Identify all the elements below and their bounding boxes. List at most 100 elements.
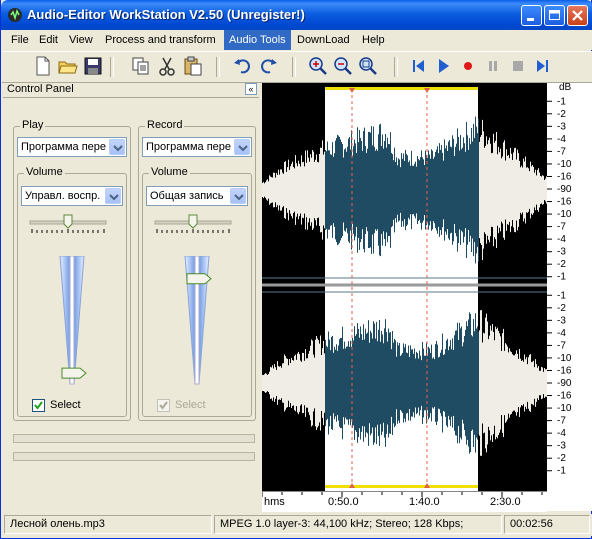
play-balance-slider[interactable]	[28, 212, 108, 236]
record-balance-slider[interactable]	[153, 212, 233, 236]
close-button[interactable]	[567, 5, 588, 26]
chevron-down-icon	[109, 139, 125, 155]
menu-view[interactable]: View	[64, 30, 98, 50]
play-select-checkbox[interactable]	[32, 399, 45, 412]
paste-icon	[184, 56, 202, 76]
record-select-checkbox[interactable]	[157, 399, 170, 412]
status-duration: 00:02:56	[504, 515, 590, 534]
ruler-label: -10	[557, 403, 572, 414]
ruler-label: -10	[557, 159, 572, 170]
skip-back-icon	[413, 60, 424, 72]
record-button[interactable]	[457, 55, 479, 77]
open-button[interactable]	[57, 55, 79, 77]
play-group-label: Play	[20, 119, 46, 131]
ruler-label: -1	[557, 466, 566, 477]
ruler-label: -3	[557, 247, 566, 258]
play-button[interactable]	[432, 55, 454, 77]
ruler-label: -2	[557, 109, 566, 120]
record-volume-slider[interactable]	[177, 255, 217, 386]
volume-track	[184, 255, 212, 385]
copy-icon	[132, 57, 149, 75]
ruler-label: -16	[557, 171, 572, 182]
chevron-down-icon	[234, 139, 250, 155]
play-volume-slider[interactable]	[52, 255, 92, 386]
menu-process-and-transform[interactable]: Process and transform	[100, 30, 221, 50]
menu-file[interactable]: File	[6, 30, 34, 50]
zoom-fit-button[interactable]	[357, 55, 379, 77]
play-select-label: Select	[50, 399, 81, 411]
new-button[interactable]	[32, 55, 54, 77]
stop-icon	[513, 61, 523, 71]
selection-bottom-edge	[325, 485, 478, 488]
play-volume-source-select[interactable]: Управл. воспр.	[21, 186, 123, 206]
title-bar[interactable]: Audio-Editor WorkStation V2.50 (Unregist…	[1, 0, 592, 30]
stop-button[interactable]	[507, 55, 529, 77]
status-file-name: Лесной олень.mp3	[4, 515, 212, 534]
play-device-select[interactable]: Программа пере	[17, 137, 127, 157]
skip-back-button[interactable]	[407, 55, 429, 77]
ruler-label: -16	[557, 365, 572, 376]
record-volume-source-select[interactable]: Общая запись	[146, 186, 248, 206]
skip-forward-icon	[537, 60, 548, 72]
chevron-down-icon	[105, 188, 121, 204]
checkmark-icon	[159, 401, 168, 410]
play-volume-thumb[interactable]	[61, 367, 87, 379]
close-icon	[572, 10, 583, 21]
status-bar: Лесной олень.mp3 MPEG 1.0 layer-3: 44,10…	[2, 514, 592, 536]
menu-edit[interactable]: Edit	[34, 30, 63, 50]
play-volume-source-value: Управл. воспр.	[25, 190, 101, 202]
menu-bar: File Edit View Process and transform Aud…	[2, 30, 592, 50]
ruler-label: -2	[557, 303, 566, 314]
collapse-panel-button[interactable]: «	[245, 83, 257, 95]
record-group: Record Программа пере Volume Общая запис…	[138, 119, 256, 421]
minimize-button[interactable]	[521, 5, 542, 26]
maximize-button[interactable]	[544, 5, 565, 26]
ruler-label: -7	[557, 222, 566, 233]
control-panel-header: Control Panel «	[3, 83, 259, 98]
chevron-down-icon	[230, 188, 246, 204]
record-device-select[interactable]: Программа пере	[142, 137, 252, 157]
play-device-value: Программа пере	[21, 141, 106, 153]
ruler-label: -1	[557, 290, 566, 301]
menu-help[interactable]: Help	[357, 30, 390, 50]
ruler-label: -16	[557, 197, 572, 208]
record-volume-thumb[interactable]	[186, 273, 212, 285]
paste-button[interactable]	[182, 55, 204, 77]
cut-button[interactable]	[156, 55, 178, 77]
ruler-label: -3	[557, 121, 566, 132]
zoom-out-button[interactable]	[332, 55, 354, 77]
zoom-in-button[interactable]	[307, 55, 329, 77]
app-icon	[8, 8, 22, 22]
status-format: MPEG 1.0 layer-3: 44,100 kHz; Stereo; 12…	[214, 515, 502, 534]
waveform-canvas[interactable]	[262, 83, 547, 511]
ruler-label: -7	[557, 146, 566, 157]
redo-button[interactable]	[257, 55, 279, 77]
maximize-icon	[549, 10, 560, 20]
menu-audio-tools[interactable]: Audio Tools	[224, 30, 291, 50]
minimize-icon	[527, 18, 534, 21]
play-level-meter	[13, 434, 255, 443]
undo-button[interactable]	[232, 55, 254, 77]
save-icon	[84, 57, 102, 75]
skip-forward-button[interactable]	[532, 55, 554, 77]
ruler-label: -3	[557, 315, 566, 326]
waveform-view[interactable]	[262, 83, 547, 511]
pause-icon	[489, 61, 497, 71]
ruler-label: -4	[557, 134, 566, 145]
menu-download[interactable]: DownLoad	[292, 30, 355, 50]
ruler-label: -1	[557, 272, 566, 283]
ruler-label: -4	[557, 428, 566, 439]
timeline-ruler[interactable]: hms 0:50.0 1:40.0 2:30.0	[262, 491, 547, 512]
record-select-label: Select	[175, 399, 206, 411]
save-button[interactable]	[82, 55, 104, 77]
redo-icon	[261, 59, 277, 74]
record-icon	[464, 62, 472, 70]
control-panel: Play Программа пере Volume Управл. воспр…	[3, 98, 259, 510]
toolbar-separator	[110, 57, 114, 77]
app-window: Audio-Editor WorkStation V2.50 (Unregist…	[0, 0, 592, 539]
selection-top-edge	[325, 87, 478, 90]
copy-button[interactable]	[130, 55, 152, 77]
play-icon	[439, 59, 449, 73]
pause-button[interactable]	[482, 55, 504, 77]
zoom-in-icon	[309, 57, 327, 75]
